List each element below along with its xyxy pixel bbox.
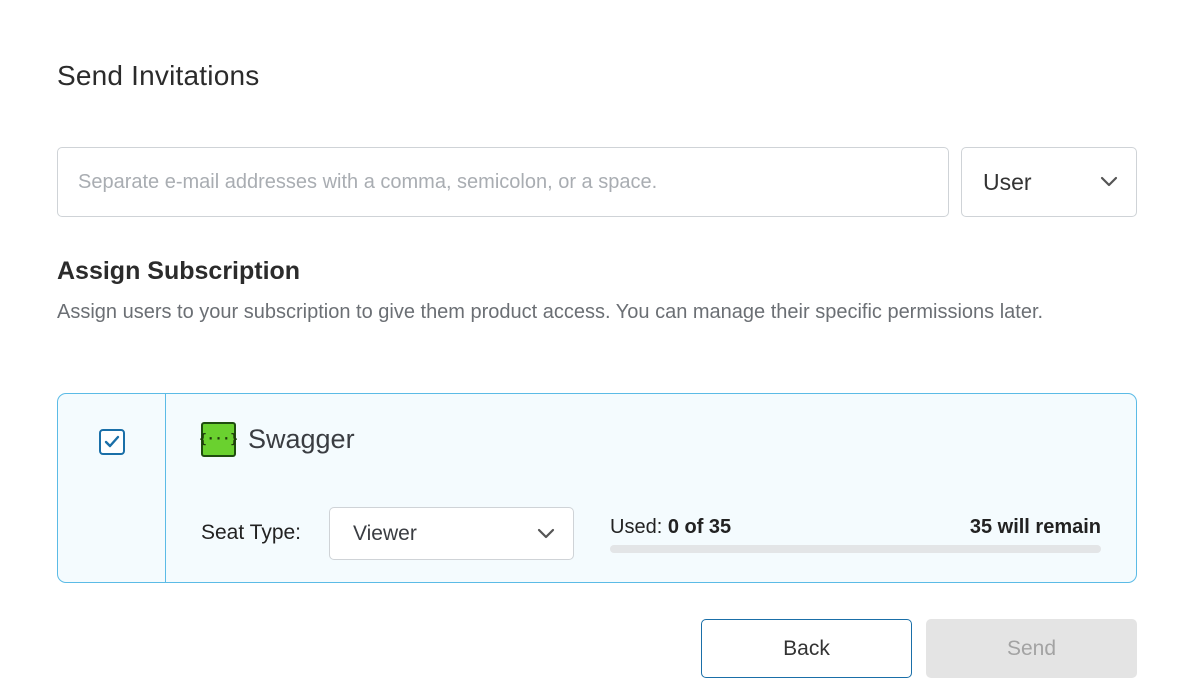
checkmark-icon [104, 435, 120, 448]
card-checkbox-column [58, 394, 166, 582]
product-name: Swagger [248, 424, 355, 454]
product-checkbox[interactable] [99, 429, 125, 455]
seat-usage: Used: 0 of 35 35 will remain [610, 516, 1101, 553]
section-description: Assign users to your subscription to giv… [57, 301, 1044, 323]
seat-type-select[interactable]: Viewer [329, 507, 574, 560]
used-value: 0 of 35 [667, 516, 732, 538]
page-title: Send Invitations [57, 60, 260, 91]
chevron-down-icon [537, 528, 555, 538]
send-button[interactable]: Send [926, 619, 1137, 678]
send-invitations-page: Send Invitations User Assign Subscriptio… [0, 0, 1186, 694]
subscription-card: {···} Swagger Seat Type: Viewer Used: 0 … [57, 393, 1137, 583]
back-button[interactable]: Back [701, 619, 912, 678]
remaining-text: 35 will remain [969, 516, 1101, 538]
seat-type-label: Seat Type: [201, 521, 302, 544]
section-title: Assign Subscription [57, 257, 301, 285]
usage-progress-bar [610, 545, 1101, 553]
seat-type-value: Viewer [353, 521, 417, 545]
usage-row: Used: 0 of 35 35 will remain [610, 516, 1101, 539]
role-select[interactable]: User [961, 147, 1137, 217]
used-text: Used: 0 of 35 [610, 516, 731, 539]
email-input[interactable] [57, 147, 949, 217]
used-label: Used: [610, 516, 663, 538]
chevron-down-icon [1100, 176, 1118, 187]
swagger-logo-icon: {···} [199, 422, 238, 457]
role-select-value: User [983, 168, 1032, 195]
